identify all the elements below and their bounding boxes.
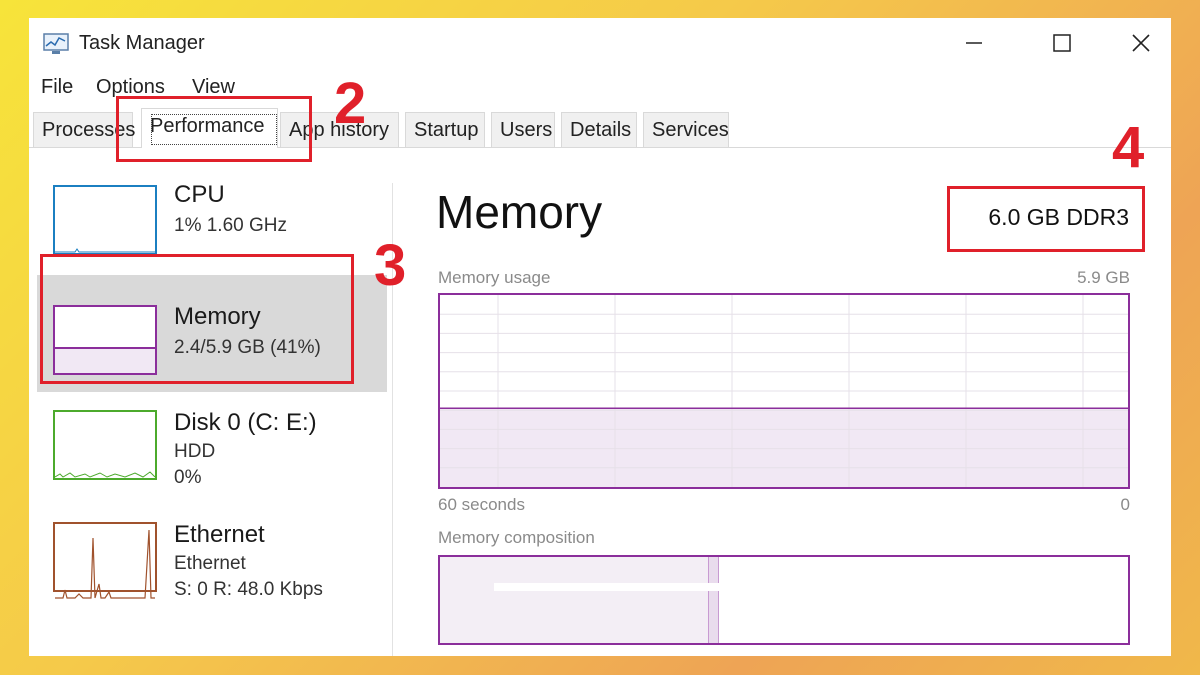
memory-composition-bar (438, 555, 1130, 645)
cpu-thumbnail-graph (53, 185, 157, 255)
tab-services[interactable]: Services (643, 112, 729, 147)
tab-startup[interactable]: Startup (405, 112, 485, 147)
graph-axis-left-label: 60 seconds (438, 495, 525, 514)
window-title: Task Manager (79, 32, 205, 54)
task-manager-icon (43, 33, 69, 55)
disk-thumbnail-graph (53, 410, 157, 480)
sidebar-item-detail: Ethernet (174, 553, 246, 574)
composition-in-use (440, 557, 708, 643)
memory-usage-fill (440, 408, 1128, 487)
close-button[interactable] (1118, 26, 1164, 60)
sidebar-item-detail-2: S: 0 R: 48.0 Kbps (174, 579, 323, 600)
memory-usage-grid (440, 295, 1128, 487)
annotation-box-memory-spec (947, 186, 1145, 252)
title-bar: Task Manager (29, 18, 1171, 68)
sidebar-item-title: Ethernet (174, 521, 265, 548)
maximize-icon (1053, 34, 1071, 52)
resource-sidebar: CPU 1% 1.60 GHz Memory 2.4/5.9 GB (41%) … (29, 149, 392, 656)
sidebar-item-title: CPU (174, 181, 225, 208)
annotation-number-4: 4 (1112, 115, 1145, 180)
memory-composition-label: Memory composition (438, 528, 595, 547)
menu-file[interactable]: File (41, 76, 73, 99)
tab-details[interactable]: Details (561, 112, 637, 147)
tab-users[interactable]: Users (491, 112, 555, 147)
annotation-box-memory-item (40, 254, 354, 384)
sidebar-item-disk[interactable]: Disk 0 (C: E:) HDD 0% (37, 399, 387, 504)
page-title: Memory (436, 186, 603, 238)
sidebar-item-title: Disk 0 (C: E:) (174, 409, 317, 436)
memory-usage-graph (438, 293, 1130, 489)
sidebar-item-detail: 1% 1.60 GHz (174, 215, 287, 236)
sidebar-item-detail: HDD (174, 441, 216, 462)
memory-usage-max: 5.9 GB (1077, 268, 1130, 287)
annotation-box-performance-tab (116, 96, 312, 162)
graph-axis-right-label: 0 (1120, 495, 1130, 514)
sidebar-item-ethernet[interactable]: Ethernet Ethernet S: 0 R: 48.0 Kbps (37, 513, 387, 623)
maximize-button[interactable] (1039, 26, 1085, 60)
minimize-button[interactable] (951, 26, 997, 60)
minimize-icon (966, 42, 982, 44)
composition-modified (708, 557, 719, 643)
sidebar-item-detail-2: 0% (174, 467, 202, 488)
memory-usage-label: Memory usage (438, 268, 551, 287)
annotation-number-2: 2 (334, 71, 367, 136)
ethernet-thumbnail-graph (53, 522, 157, 599)
annotation-number-3: 3 (374, 233, 407, 298)
close-icon (1132, 34, 1150, 52)
composition-highlight (494, 583, 754, 591)
